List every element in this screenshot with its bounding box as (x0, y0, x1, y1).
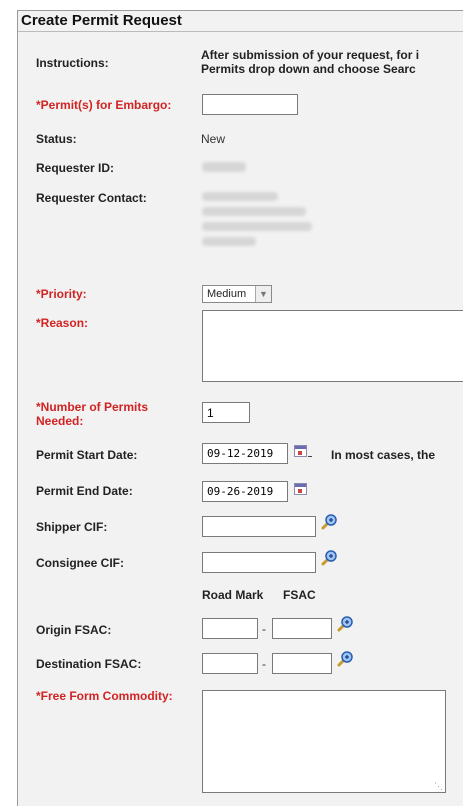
origin-fsac-label: Origin FSAC: (36, 623, 112, 637)
dropdown-arrow-icon[interactable]: ▼ (255, 286, 271, 302)
requester-contact-redacted-4 (202, 237, 256, 246)
priority-selected-value: Medium (207, 288, 247, 300)
requester-contact-redacted-3 (202, 222, 312, 231)
num-permits-input[interactable] (202, 402, 250, 423)
num-permits-label: *Number of Permits Needed: (36, 400, 148, 428)
requester-id-redacted (202, 162, 246, 172)
underscore-mark (308, 456, 312, 457)
free-form-commodity-textarea[interactable] (202, 690, 446, 793)
priority-label: *Priority: (36, 287, 87, 301)
consignee-cif-input[interactable] (202, 552, 316, 573)
status-value: New (201, 132, 226, 146)
requester-contact-redacted-2 (202, 207, 306, 216)
status-label: Status: (36, 132, 77, 146)
start-date-note: In most cases, the (331, 448, 436, 462)
fsac-header: FSAC (283, 588, 316, 602)
free-form-commodity-label: *Free Form Commodity: (36, 689, 173, 703)
priority-select[interactable]: Medium ▼ (202, 285, 272, 303)
requester-contact-label: Requester Contact: (36, 191, 147, 205)
title-divider (18, 31, 463, 32)
lookup-magnifier-icon[interactable] (320, 513, 338, 531)
resize-grip-icon[interactable]: ⋱ (434, 781, 443, 792)
num-permits-label-line-1: *Number of Permits (36, 400, 149, 414)
destination-road-mark-input[interactable] (202, 653, 258, 674)
shipper-cif-input[interactable] (202, 516, 316, 537)
instructions-label: Instructions: (36, 56, 109, 70)
consignee-cif-label: Consignee CIF: (36, 556, 125, 570)
shipper-cif-label: Shipper CIF: (36, 520, 108, 534)
num-permits-label-line-2: Needed: (36, 414, 84, 428)
destination-dash: - (262, 657, 266, 671)
end-date-label: Permit End Date: (36, 484, 133, 498)
instructions-text: After submission of your request, for i … (201, 48, 419, 76)
end-date-input[interactable] (202, 481, 288, 502)
origin-dash: - (262, 622, 266, 636)
instructions-line-2: Permits drop down and choose Searc (201, 62, 416, 76)
permits-embargo-input[interactable] (202, 94, 298, 115)
destination-fsac-input[interactable] (272, 653, 332, 674)
lookup-magnifier-icon[interactable] (336, 650, 354, 668)
requester-contact-redacted-1 (202, 192, 278, 201)
origin-fsac-input[interactable] (272, 618, 332, 639)
create-permit-panel: Create Permit Request Instructions: Afte… (17, 10, 463, 806)
reason-textarea[interactable] (202, 310, 463, 382)
calendar-icon[interactable] (294, 483, 307, 495)
origin-road-mark-input[interactable] (202, 618, 258, 639)
requester-id-label: Requester ID: (36, 161, 115, 175)
start-date-input[interactable] (202, 443, 288, 464)
road-mark-header: Road Mark (202, 588, 264, 602)
calendar-icon[interactable] (294, 445, 307, 457)
destination-fsac-label: Destination FSAC: (36, 657, 142, 671)
page-title: Create Permit Request (21, 12, 182, 29)
permits-embargo-label: *Permit(s) for Embargo: (36, 98, 172, 112)
lookup-magnifier-icon[interactable] (336, 615, 354, 633)
start-date-label: Permit Start Date: (36, 448, 138, 462)
reason-label: *Reason: (36, 316, 89, 330)
lookup-magnifier-icon[interactable] (320, 549, 338, 567)
instructions-line-1: After submission of your request, for i (201, 48, 420, 62)
